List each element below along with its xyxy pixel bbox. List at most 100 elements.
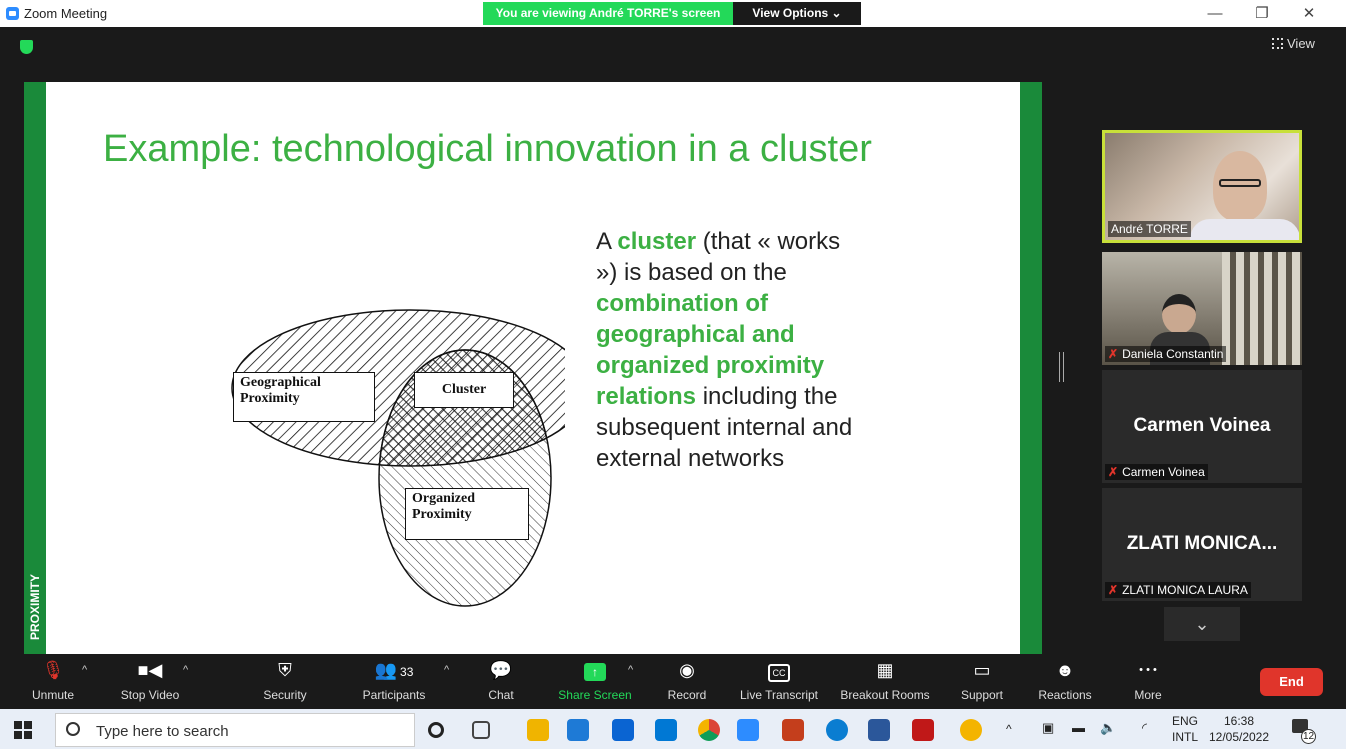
store-icon[interactable] bbox=[567, 719, 589, 741]
participant-tile-daniela[interactable]: ✗ Daniela Constantin bbox=[1102, 252, 1302, 365]
powerpoint-icon[interactable] bbox=[782, 719, 804, 741]
mcafee-icon[interactable] bbox=[912, 719, 934, 741]
participant-name-text: Carmen Voinea bbox=[1122, 465, 1205, 479]
participant-display-name: ZLATI MONICA... bbox=[1126, 533, 1278, 554]
org-label-line2: Proximity bbox=[412, 507, 472, 522]
grid-icon bbox=[1272, 38, 1283, 49]
end-meeting-button[interactable]: End bbox=[1260, 668, 1323, 696]
participants-count: 33 bbox=[400, 665, 414, 679]
breakout-rooms-button[interactable]: ▦ Breakout Rooms bbox=[834, 658, 936, 708]
more-label: More bbox=[1134, 688, 1162, 702]
support-button[interactable]: ▭ Support bbox=[954, 658, 1010, 708]
file-explorer-icon[interactable] bbox=[527, 719, 549, 741]
record-button[interactable]: ◉ Record bbox=[660, 658, 714, 708]
body-text-1: A bbox=[596, 228, 618, 255]
video-camera-icon: ■◀ bbox=[137, 660, 163, 680]
stop-video-button[interactable]: ■◀ Stop Video bbox=[110, 658, 190, 708]
stop-video-label: Stop Video bbox=[120, 688, 180, 702]
participants-button[interactable]: 👥 33 Participants bbox=[356, 658, 432, 708]
chat-bubble-icon: 💬 bbox=[489, 660, 513, 680]
security-button[interactable]: ⛨ Security bbox=[254, 658, 316, 708]
clock-time: 16:38 bbox=[1223, 714, 1255, 728]
breakout-rooms-label: Breakout Rooms bbox=[840, 688, 930, 702]
word-icon[interactable] bbox=[868, 719, 890, 741]
video-options-caret[interactable]: ^ bbox=[183, 664, 188, 676]
building-columns bbox=[1222, 252, 1302, 365]
scroll-participants-down-button[interactable]: ⌄ bbox=[1164, 607, 1240, 641]
organized-proximity-label: Organized Proximity bbox=[405, 488, 529, 540]
geo-label-line1: Geographical bbox=[240, 375, 321, 390]
smiley-plus-icon: ☻ bbox=[1055, 660, 1075, 680]
wifi-icon[interactable]: ◜ bbox=[1142, 720, 1147, 736]
cortana-icon[interactable] bbox=[428, 722, 444, 738]
unmute-label: Unmute bbox=[31, 688, 75, 702]
record-label: Record bbox=[667, 688, 707, 702]
avatar-glasses bbox=[1219, 179, 1261, 187]
cluster-label: Cluster bbox=[414, 372, 514, 408]
slide-body-text: A cluster (that « works ») is based on t… bbox=[596, 226, 856, 474]
mic-muted-icon: ✗ bbox=[1108, 583, 1119, 597]
share-options-caret[interactable]: ^ bbox=[628, 664, 633, 676]
unmute-button[interactable]: 🎙 Unmute bbox=[24, 658, 82, 708]
reactions-button[interactable]: ☻ Reactions bbox=[1034, 658, 1096, 708]
security-shield-icon[interactable] bbox=[20, 40, 33, 54]
security-label: Security bbox=[263, 688, 307, 702]
volume-icon[interactable]: 🔈 bbox=[1100, 720, 1116, 736]
body-text-cluster: cluster bbox=[617, 228, 697, 255]
language-line1: ENG bbox=[1172, 714, 1199, 728]
participant-tile-zlati[interactable]: ZLATI MONICA... ✗ ZLATI MONICA LAURA bbox=[1102, 488, 1302, 601]
chevron-down-icon: ⌄ bbox=[1194, 614, 1210, 634]
shield-icon: ⛨ bbox=[278, 660, 292, 680]
maximize-button[interactable]: ❐ bbox=[1245, 3, 1279, 25]
cc-text: CC bbox=[768, 664, 790, 682]
clock[interactable]: 16:38 12/05/2022 bbox=[1206, 713, 1272, 745]
title-bar: Zoom Meeting You are viewing André TORRE… bbox=[0, 0, 1346, 27]
participants-options-caret[interactable]: ^ bbox=[444, 664, 449, 676]
mail-icon[interactable] bbox=[655, 719, 677, 741]
audio-options-caret[interactable]: ^ bbox=[82, 664, 87, 676]
avatar bbox=[1162, 294, 1196, 334]
windows-taskbar: Type here to search ^ ▣ ▬ 🔈 ◜ ENG INTL 1… bbox=[0, 709, 1346, 749]
share-screen-button[interactable]: ↑ Share Screen bbox=[552, 658, 638, 708]
tray-chevron-up-icon[interactable]: ^ bbox=[1006, 722, 1012, 736]
slide-border-right bbox=[1020, 82, 1042, 654]
window-title: Zoom Meeting bbox=[24, 6, 108, 21]
minimize-button[interactable]: — bbox=[1198, 3, 1232, 25]
tray-app-icon[interactable]: ▣ bbox=[1042, 720, 1054, 736]
search-icon bbox=[66, 722, 80, 736]
participants-label: Participants bbox=[362, 688, 426, 702]
view-layout-button[interactable]: View bbox=[1272, 36, 1315, 51]
participant-name: André TORRE bbox=[1108, 221, 1191, 237]
panel-resize-handle[interactable] bbox=[1059, 352, 1064, 382]
participant-name: ✗ ZLATI MONICA LAURA bbox=[1105, 582, 1251, 598]
battery-icon[interactable]: ▬ bbox=[1072, 720, 1085, 735]
reactions-label: Reactions bbox=[1038, 688, 1092, 702]
record-icon: ◉ bbox=[679, 660, 695, 680]
slide-title: Example: technological innovation in a c… bbox=[103, 128, 872, 170]
participant-tile-carmen[interactable]: Carmen Voinea ✗ Carmen Voinea bbox=[1102, 370, 1302, 483]
proximity-brand-logo: PROXIMITY bbox=[28, 574, 42, 640]
geo-label-line2: Proximity bbox=[240, 391, 300, 406]
live-transcript-button[interactable]: CC Live Transcript bbox=[734, 658, 824, 708]
notification-center-icon[interactable]: 12 bbox=[1292, 719, 1316, 744]
share-screen-icon: ↑ bbox=[552, 658, 638, 682]
notification-count: 12 bbox=[1301, 729, 1316, 744]
view-options-button[interactable]: View Options ⌄ bbox=[733, 2, 861, 25]
meeting-toolbar: 🎙 Unmute ^ ■◀ Stop Video ^ ⛨ Security 👥 33 Pa… bbox=[0, 654, 1346, 709]
task-view-icon[interactable] bbox=[472, 721, 490, 739]
taskbar-search-input[interactable]: Type here to search bbox=[55, 713, 415, 747]
more-button[interactable]: • • • More bbox=[1126, 658, 1170, 708]
chat-label: Chat bbox=[488, 688, 514, 702]
edge-icon[interactable] bbox=[826, 719, 848, 741]
notes-icon[interactable] bbox=[960, 719, 982, 741]
language-indicator[interactable]: ENG INTL bbox=[1172, 713, 1198, 745]
view-label: View bbox=[1287, 36, 1315, 51]
participant-tile-andre[interactable]: André TORRE bbox=[1102, 130, 1302, 243]
chat-button[interactable]: 💬 Chat bbox=[478, 658, 524, 708]
windows-start-icon[interactable] bbox=[14, 721, 32, 739]
close-button[interactable]: ✕ bbox=[1292, 3, 1326, 25]
dropbox-icon[interactable] bbox=[612, 719, 634, 741]
zoom-taskbar-icon[interactable] bbox=[737, 719, 759, 741]
proximity-brand-text: PROXIMITY bbox=[28, 574, 42, 640]
chrome-icon[interactable] bbox=[698, 719, 720, 741]
